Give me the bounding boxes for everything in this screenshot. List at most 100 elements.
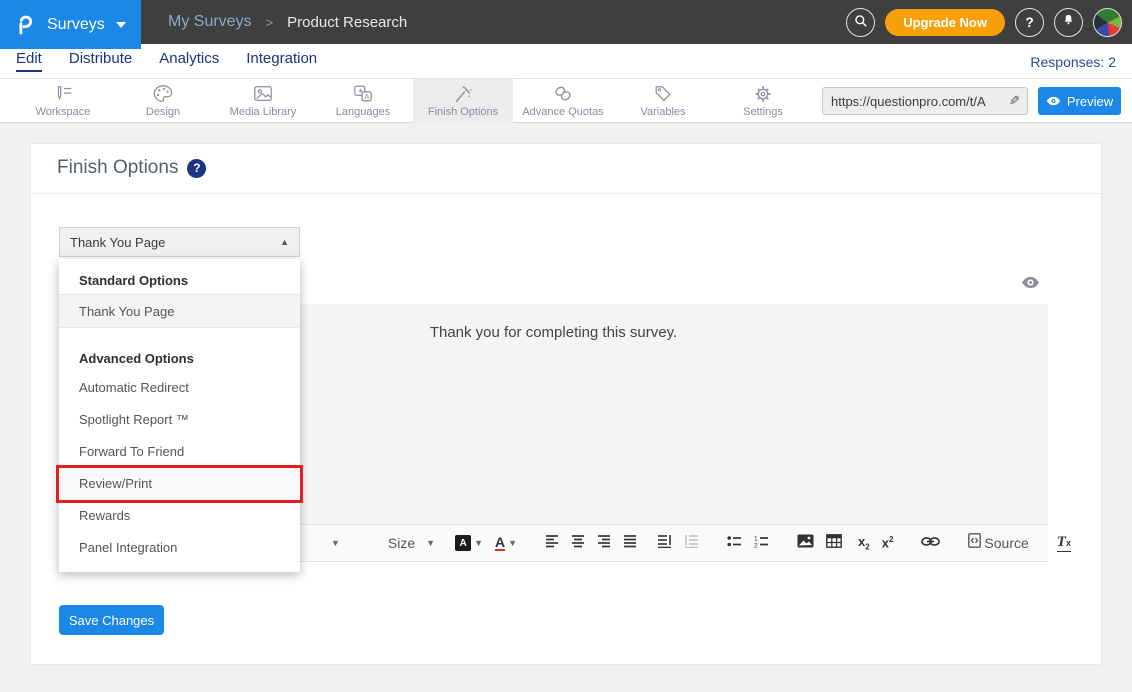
thank-you-message: Thank you for completing this survey. [430,324,677,524]
variables-icon [652,84,674,104]
table-icon [826,534,842,553]
bell-icon [1061,13,1076,31]
svg-text:2: 2 [754,542,758,548]
finish-option-menu: Standard Options Thank You Page Advanced… [59,259,300,572]
toolbar-item-variables[interactable]: Variables [613,79,713,123]
tab-integration[interactable]: Integration [246,50,317,72]
toolbar-item-advance-quotas[interactable]: Advance Quotas [513,79,613,123]
user-avatar[interactable] [1093,8,1122,37]
finish-option-select[interactable]: Thank You Page ▲ [59,227,300,257]
subscript-icon: x2 [858,534,870,552]
align-justify-button[interactable] [623,534,637,553]
menu-group-advanced-options: Advanced Options [59,346,300,372]
breadcrumb-separator: > [266,15,274,30]
align-right-button[interactable] [597,534,611,553]
product-menu[interactable]: Surveys [0,0,141,49]
insert-table-button[interactable] [826,534,842,553]
tab-analytics[interactable]: Analytics [159,50,219,72]
design-icon [152,84,174,104]
text-color-button[interactable]: A ▼ [495,535,517,551]
superscript-button[interactable]: x2 [882,535,894,550]
align-center-icon [571,534,585,553]
bullet-list-button[interactable] [727,534,742,553]
workspace-icon [52,84,74,104]
toolbar-item-languages[interactable]: ✶A Languages [313,79,413,123]
toolbar-item-media-library[interactable]: Media Library [213,79,313,123]
numbered-list-icon: 12 [754,534,769,553]
indent-button[interactable] [657,534,672,553]
image-icon [797,534,814,553]
survey-url-field[interactable]: https://questionpro.com/t/A ✎ [822,87,1028,115]
menu-item-review-print[interactable]: Review/Print [59,468,300,500]
eye-icon [1021,276,1040,294]
menu-item-rewards[interactable]: Rewards [59,500,300,532]
bullet-list-icon [727,534,742,553]
outdent-button[interactable] [684,534,699,553]
edit-toolbar: Workspace Design Media Library ✶A Langua… [0,79,1132,123]
finish-options-panel: Finish Options ? Thank you for completin… [30,143,1102,665]
help-button[interactable]: ? [1015,8,1044,37]
numbered-list-button[interactable]: 12 [754,534,769,553]
breadcrumb-current: Product Research [287,14,407,31]
align-left-button[interactable] [545,534,559,553]
menu-item-forward-to-friend[interactable]: Forward To Friend [59,436,300,468]
page-help-icon[interactable]: ? [187,159,206,178]
page-title: Finish Options [57,157,178,179]
svg-text:1: 1 [754,535,758,542]
format-dropdown-caret[interactable]: ▼ [331,538,340,548]
toolbar-item-settings[interactable]: Settings [713,79,813,123]
edit-url-icon[interactable]: ✎ [1002,93,1027,109]
menu-item-thank-you-page[interactable]: Thank You Page [59,294,300,328]
menu-group-gap [59,328,300,346]
size-dropdown[interactable]: Size ▼ [388,535,435,551]
search-button[interactable] [846,8,875,37]
source-button[interactable]: Source [968,533,1028,553]
eye-icon [1046,94,1061,109]
finish-options-icon [452,84,474,104]
menu-item-panel-integration[interactable]: Panel Integration [59,532,300,564]
responses-count[interactable]: Responses: 2 [1030,44,1116,79]
chevron-down-icon [116,22,126,28]
toolbar-item-finish-options[interactable]: Finish Options [413,79,513,123]
media-library-icon [252,84,274,104]
indent-icon [657,534,672,553]
background-color-icon: A [455,535,471,551]
remove-format-icon: Tx [1057,535,1071,552]
subscript-button[interactable]: x2 [858,534,870,552]
toolbar-item-workspace[interactable]: Workspace [13,79,113,123]
preview-button[interactable]: Preview [1038,87,1121,115]
menu-group-standard-options: Standard Options [59,268,300,294]
advance-quotas-icon [552,84,574,104]
tab-edit[interactable]: Edit [16,50,42,72]
nav-row: Edit Distribute Analytics Integration Re… [0,44,1132,79]
svg-text:A: A [364,92,369,101]
top-bar: My Surveys > Product Research Upgrade No… [0,0,1132,44]
menu-item-spotlight-report[interactable]: Spotlight Report ™ [59,404,300,436]
text-color-icon: A [495,535,505,551]
background-color-button[interactable]: A ▼ [455,535,483,551]
editor-preview-toggle[interactable] [1021,276,1040,294]
superscript-icon: x2 [882,535,894,550]
product-menu-label: Surveys [47,16,105,34]
divider [31,193,1101,194]
languages-icon: ✶A [352,84,374,104]
insert-link-button[interactable] [921,534,940,552]
align-right-icon [597,534,611,553]
chevron-up-icon: ▲ [280,237,289,247]
insert-image-button[interactable] [797,534,814,553]
finish-option-selected-value: Thank You Page [70,235,165,250]
tab-distribute[interactable]: Distribute [69,50,132,72]
align-center-button[interactable] [571,534,585,553]
remove-format-button[interactable]: Tx [1057,535,1071,552]
align-left-icon [545,534,559,553]
save-changes-button[interactable]: Save Changes [59,605,164,635]
outdent-icon [684,534,699,553]
notifications-button[interactable] [1054,8,1083,37]
app-window: My Surveys > Product Research Upgrade No… [0,0,1132,692]
survey-url-text: https://questionpro.com/t/A [823,94,1002,109]
settings-icon [752,84,774,104]
upgrade-now-button[interactable]: Upgrade Now [885,9,1005,36]
menu-item-automatic-redirect[interactable]: Automatic Redirect [59,372,300,404]
breadcrumb-my-surveys[interactable]: My Surveys [168,13,252,31]
toolbar-item-design[interactable]: Design [113,79,213,123]
